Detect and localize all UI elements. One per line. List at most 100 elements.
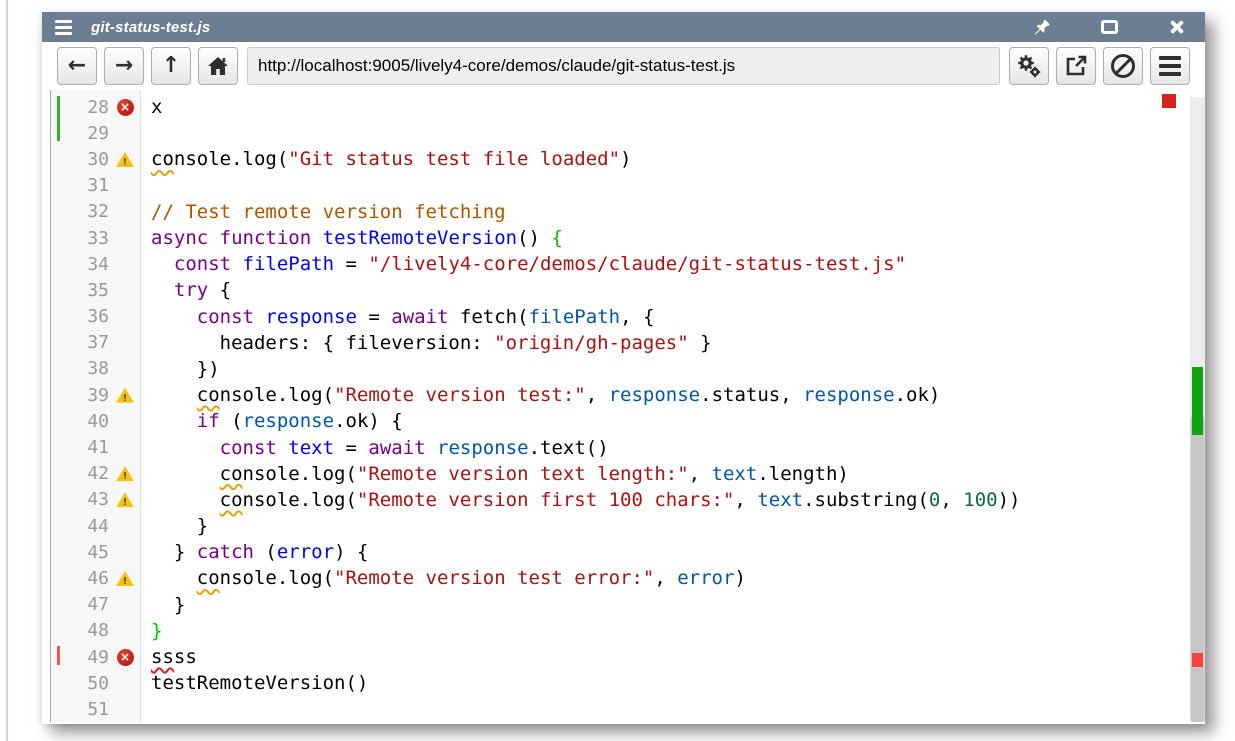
code-line[interactable]: 40 if (response.ok) { — [51, 408, 1205, 434]
close-button[interactable] — [1166, 17, 1188, 37]
editor-window: git-status-test.js ← → ↑ — [42, 12, 1205, 724]
code-text: } — [141, 620, 162, 642]
line-number[interactable]: 43 — [51, 489, 109, 510]
code-line[interactable]: 39! console.log("Remote version test:", … — [51, 382, 1205, 408]
block-button[interactable] — [1103, 47, 1143, 85]
code-line[interactable]: 43! console.log("Remote version first 10… — [51, 487, 1205, 513]
line-number[interactable]: 47 — [51, 594, 109, 615]
line-number[interactable]: 38 — [51, 358, 109, 379]
code-line[interactable]: 35 try { — [51, 277, 1205, 303]
error-marker-icon: × — [117, 99, 134, 116]
forward-icon: → — [115, 55, 133, 77]
window-titlebar[interactable]: git-status-test.js — [42, 12, 1205, 42]
code-text: ssss — [141, 646, 197, 668]
code-text: }) — [141, 358, 220, 380]
code-line[interactable]: 49×ssss — [51, 644, 1205, 670]
line-number[interactable]: 42 — [51, 463, 109, 484]
code-line[interactable]: 41 const text = await response.text() — [51, 434, 1205, 460]
line-number[interactable]: 50 — [51, 673, 109, 694]
desktop: git-status-test.js ← → ↑ — [0, 0, 1235, 741]
code-line[interactable]: 50 testRemoteVersion() — [51, 670, 1205, 696]
code-editor[interactable]: 28×x2930!console.log("Git status test fi… — [50, 90, 1205, 722]
url-input[interactable] — [247, 47, 1000, 85]
code-line[interactable]: 38 }) — [51, 356, 1205, 382]
pin-button[interactable] — [1030, 17, 1052, 37]
warning-marker-icon: ! — [116, 571, 134, 586]
code-text: } catch (error) { — [141, 541, 368, 563]
code-line[interactable]: 47 } — [51, 592, 1205, 618]
code-line[interactable]: 33 async function testRemoteVersion() { — [51, 225, 1205, 251]
code-text: try { — [141, 279, 231, 301]
git-gutter-modified-bar — [57, 646, 60, 665]
line-number[interactable]: 34 — [51, 254, 109, 275]
code-text: headers: { fileversion: "origin/gh-pages… — [141, 332, 712, 354]
window-title: git-status-test.js — [91, 19, 210, 36]
toolbar-menu-button[interactable] — [1150, 47, 1190, 85]
code-line[interactable]: 44 } — [51, 513, 1205, 539]
line-number[interactable]: 44 — [51, 516, 109, 537]
page-edge-line — [6, 0, 8, 741]
external-link-icon — [1064, 54, 1088, 78]
gutter-marker-cell: ! — [109, 492, 141, 507]
code-text: testRemoteVersion() — [141, 672, 368, 694]
code-line[interactable]: 28×x — [51, 94, 1205, 120]
code-line[interactable]: 37 headers: { fileversion: "origin/gh-pa… — [51, 330, 1205, 356]
line-number[interactable]: 35 — [51, 280, 109, 301]
code-line[interactable]: 48} — [51, 618, 1205, 644]
line-number[interactable]: 37 — [51, 332, 109, 353]
code-text: } — [141, 594, 185, 616]
scrollbar-annotation-added-lines — [1192, 367, 1203, 435]
code-line[interactable]: 34 const filePath = "/lively4-core/demos… — [51, 251, 1205, 277]
warning-marker-icon: ! — [116, 388, 134, 403]
gutter-marker-cell: ! — [109, 466, 141, 481]
gutter-marker-cell: ! — [109, 388, 141, 403]
gutter-marker-cell: × — [109, 649, 141, 666]
gears-icon — [1016, 53, 1042, 79]
ban-icon — [1111, 54, 1135, 78]
gutter-marker-cell: ! — [109, 152, 141, 167]
error-marker-icon: × — [117, 649, 134, 666]
line-number[interactable]: 39 — [51, 385, 109, 406]
code-line[interactable]: 36 const response = await fetch(filePath… — [51, 304, 1205, 330]
settings-button[interactable] — [1009, 47, 1049, 85]
line-number[interactable]: 31 — [51, 175, 109, 196]
open-external-button[interactable] — [1056, 47, 1096, 85]
line-number[interactable]: 41 — [51, 437, 109, 458]
line-number[interactable]: 48 — [51, 620, 109, 641]
line-number[interactable]: 32 — [51, 201, 109, 222]
close-icon — [1168, 18, 1186, 36]
line-number[interactable]: 30 — [51, 149, 109, 170]
code-text: console.log("Remote version first 100 ch… — [141, 489, 1020, 511]
code-line[interactable]: 51 — [51, 696, 1205, 722]
maximize-button[interactable] — [1098, 17, 1120, 37]
code-line[interactable]: 29 — [51, 120, 1205, 146]
code-text: console.log("Git status test file loaded… — [141, 148, 631, 170]
forward-button[interactable]: → — [104, 47, 144, 85]
home-icon — [207, 56, 229, 76]
code-line[interactable]: 45 } catch (error) { — [51, 539, 1205, 565]
line-number[interactable]: 40 — [51, 411, 109, 432]
code-line[interactable]: 42! console.log("Remote version text len… — [51, 461, 1205, 487]
line-number[interactable]: 45 — [51, 542, 109, 563]
code-line[interactable]: 30!console.log("Git status test file loa… — [51, 146, 1205, 172]
code-line[interactable]: 46! console.log("Remote version test err… — [51, 565, 1205, 591]
code-line[interactable]: 32 // Test remote version fetching — [51, 199, 1205, 225]
overview-error-square — [1162, 94, 1176, 108]
code-text: console.log("Remote version test:", resp… — [141, 384, 940, 406]
code-line[interactable]: 31 — [51, 173, 1205, 199]
home-button[interactable] — [198, 47, 238, 85]
line-number[interactable]: 46 — [51, 568, 109, 589]
back-button[interactable]: ← — [57, 47, 97, 85]
gutter-marker-cell: × — [109, 99, 141, 116]
code-text: // Test remote version fetching — [141, 201, 506, 223]
line-number[interactable]: 36 — [51, 306, 109, 327]
code-text: async function testRemoteVersion() { — [141, 227, 563, 249]
code-text: } — [141, 515, 208, 537]
line-number[interactable]: 51 — [51, 699, 109, 720]
window-menu-icon[interactable] — [55, 20, 72, 35]
line-number[interactable]: 33 — [51, 228, 109, 249]
scrollbar-thumb[interactable] — [1191, 415, 1204, 722]
code-text: if (response.ok) { — [141, 410, 403, 432]
up-button[interactable]: ↑ — [151, 47, 191, 85]
code-text: const filePath = "/lively4-core/demos/cl… — [141, 253, 906, 275]
